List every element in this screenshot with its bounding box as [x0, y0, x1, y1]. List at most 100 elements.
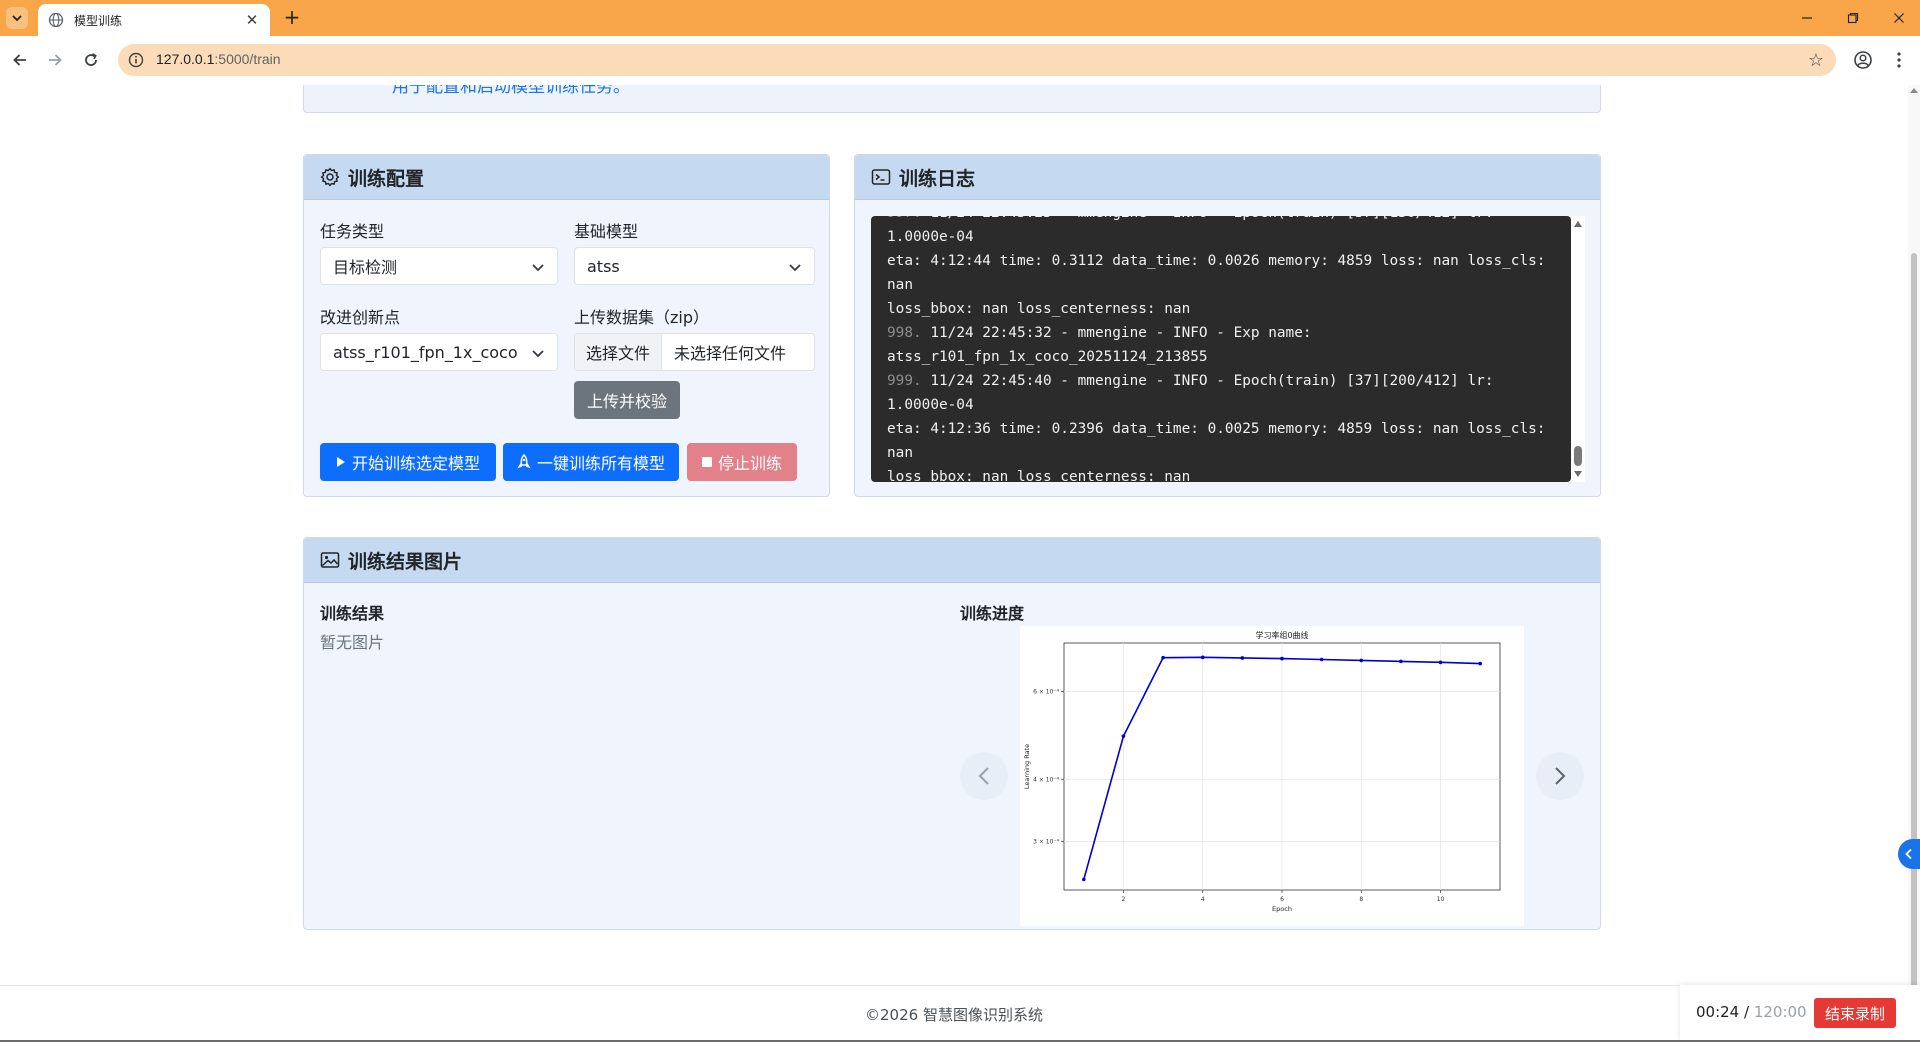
lr-data-point [1399, 659, 1403, 664]
upload-validate-button[interactable]: 上传并校验 [574, 381, 680, 419]
base-model-value: atss [587, 256, 620, 276]
y-tick-label: 6 × 10⁻⁴ [1033, 688, 1059, 695]
page-scroll-up-arrow[interactable] [1910, 88, 1918, 93]
base-model-select[interactable]: atss [574, 247, 815, 285]
terminal-icon [871, 167, 891, 187]
x-tick-label: 4 [1201, 896, 1205, 903]
browser-tab[interactable]: 模型训练 ✕ [38, 4, 270, 36]
browser-tab-strip: 模型训练 ✕ + [0, 0, 1920, 36]
training-log-header: 训练日志 [855, 155, 1600, 200]
task-type-value: 目标检测 [333, 258, 398, 277]
y-tick-label: 4 × 10⁻⁴ [1033, 776, 1059, 783]
minimize-icon[interactable] [1795, 6, 1819, 30]
train-all-models-button[interactable]: 一键训练所有模型 [503, 443, 679, 481]
innovation-value: atss_r101_fpn_1x_coco [333, 342, 518, 362]
stop-training-label: 停止训练 [717, 454, 782, 473]
chevron-left-icon [978, 767, 989, 785]
page-scrollbar[interactable] [1908, 85, 1920, 1042]
base-model-label: 基础模型 [574, 222, 639, 241]
learning-rate-chart-svg: 2 4 6 8 10 3 × 10⁻⁴ 4 × 10⁻⁴ 6 × 10⁻⁴ 学习率组0曲线 Epo… [1023, 630, 1501, 913]
lr-data-point [1161, 655, 1165, 660]
log-line-text: loss_bbox: nan loss_centerness: nan [887, 469, 1191, 482]
tab-title: 模型训练 [74, 13, 123, 28]
log-line-text: 11/24 22:45:40 - mmengine - INFO - Epoch… [887, 373, 1494, 413]
close-window-icon[interactable] [1887, 6, 1911, 30]
x-axis-label: Epoch [1272, 905, 1292, 913]
dataset-file-input[interactable]: 选择文件 未选择任何文件 [574, 333, 815, 371]
forward-icon[interactable] [43, 48, 67, 72]
carousel-prev-button[interactable] [960, 752, 1008, 800]
chevron-left-icon [1905, 848, 1912, 860]
training-log-title: 训练日志 [899, 167, 976, 190]
training-config-title: 训练配置 [348, 167, 425, 190]
log-line: loss_bbox: nan loss_centerness: nan [887, 297, 1562, 321]
log-line-text: eta: 4:12:44 time: 0.3112 data_time: 0.0… [887, 253, 1546, 293]
bookmark-star-icon[interactable]: ☆ [1808, 50, 1824, 71]
lr-data-point [1121, 734, 1126, 738]
carousel-next-button[interactable] [1536, 752, 1584, 800]
result-section-title: 训练结果 [320, 604, 385, 623]
training-config-card: 训练配置 任务类型 目标检测 基础模型 atss 改进创新点 atss_r101… [303, 154, 830, 497]
log-line-text: 11/24 22:45:25 - mmengine - INFO - Epoch… [887, 216, 1493, 245]
side-panel-toggle[interactable] [1898, 839, 1920, 869]
innovation-select[interactable]: atss_r101_fpn_1x_coco [320, 333, 558, 371]
choose-file-button[interactable]: 选择文件 [575, 334, 663, 370]
page-scroll-thumb[interactable] [1911, 253, 1917, 1009]
chevron-down-icon [789, 264, 801, 272]
url-text: 127.0.0.1:5000/train [156, 51, 281, 67]
log-line-number: 999. [887, 373, 931, 389]
gear-icon [320, 167, 340, 187]
rocket-icon [517, 454, 531, 470]
new-tab-icon[interactable]: + [280, 6, 304, 30]
log-scroll-thumb[interactable] [1574, 446, 1582, 466]
log-line: eta: 4:12:44 time: 0.3112 data_time: 0.0… [887, 249, 1562, 297]
browser-menu-icon[interactable] [1888, 49, 1910, 71]
train-all-models-label: 一键训练所有模型 [536, 454, 665, 473]
training-results-title: 训练结果图片 [348, 550, 463, 573]
reload-icon[interactable] [79, 48, 103, 72]
stop-training-button[interactable]: 停止训练 [687, 443, 797, 481]
no-image-text: 暂无图片 [320, 633, 385, 652]
file-name-text: 未选择任何文件 [674, 344, 787, 363]
restore-icon[interactable] [1841, 6, 1865, 30]
log-line: 997. 11/24 22:45:25 - mmengine - INFO - … [887, 216, 1562, 249]
tab-close-icon[interactable]: ✕ [244, 12, 260, 28]
training-results-header: 训练结果图片 [304, 538, 1600, 583]
log-line: eta: 4:12:36 time: 0.2396 data_time: 0.0… [887, 417, 1562, 465]
site-info-icon[interactable] [128, 52, 144, 68]
intro-text: 用于配置和启动模型训练任务。 [392, 85, 630, 97]
copyright-text: ©2026 智慧图像识别系统 [865, 1006, 1043, 1024]
y-axis-label: Learning Rate [1023, 744, 1031, 789]
profile-icon[interactable] [1852, 49, 1874, 71]
lr-data-point [1240, 656, 1245, 660]
back-icon[interactable] [8, 48, 32, 72]
log-line-text: loss_bbox: nan loss_centerness: nan [887, 301, 1191, 317]
scroll-up-arrow[interactable] [1574, 221, 1582, 227]
log-output[interactable]: 997. 11/24 22:45:25 - mmengine - INFO - … [871, 216, 1571, 482]
browser-toolbar: 127.0.0.1:5000/train ☆ [0, 36, 1920, 85]
stop-recording-button[interactable]: 结束录制 [1814, 998, 1896, 1028]
log-line-text: 11/24 22:45:32 - mmengine - INFO - Exp n… [930, 325, 1312, 341]
innovation-label: 改进创新点 [320, 308, 401, 327]
progress-section-title: 训练进度 [960, 604, 1025, 623]
page-footer: ©2026 智慧图像识别系统 [0, 985, 1908, 1042]
x-tick-label: 2 [1122, 896, 1126, 903]
recording-timer: 00:24 / 120:00 [1696, 1003, 1807, 1021]
log-scrollbar[interactable] [1571, 216, 1585, 482]
task-type-select[interactable]: 目标检测 [320, 247, 558, 285]
training-log-card: 训练日志 997. 11/24 22:45:25 - mmengine - IN… [854, 154, 1601, 497]
log-line: atss_r101_fpn_1x_coco_20251124_213855 [887, 345, 1562, 369]
address-bar[interactable]: 127.0.0.1:5000/train ☆ [118, 44, 1836, 76]
tab-search-icon[interactable] [6, 7, 28, 29]
chevron-right-icon [1555, 767, 1566, 785]
lr-data-point [1438, 660, 1443, 665]
globe-icon [48, 12, 64, 28]
x-tick-label: 6 [1280, 896, 1284, 903]
task-type-label: 任务类型 [320, 222, 385, 241]
training-config-header: 训练配置 [304, 155, 829, 200]
scroll-down-arrow[interactable] [1574, 471, 1582, 477]
lr-data-point [1319, 657, 1324, 662]
start-training-button[interactable]: 开始训练选定模型 [320, 443, 496, 481]
log-line: 998. 11/24 22:45:32 - mmengine - INFO - … [887, 321, 1562, 345]
play-icon [336, 456, 346, 468]
